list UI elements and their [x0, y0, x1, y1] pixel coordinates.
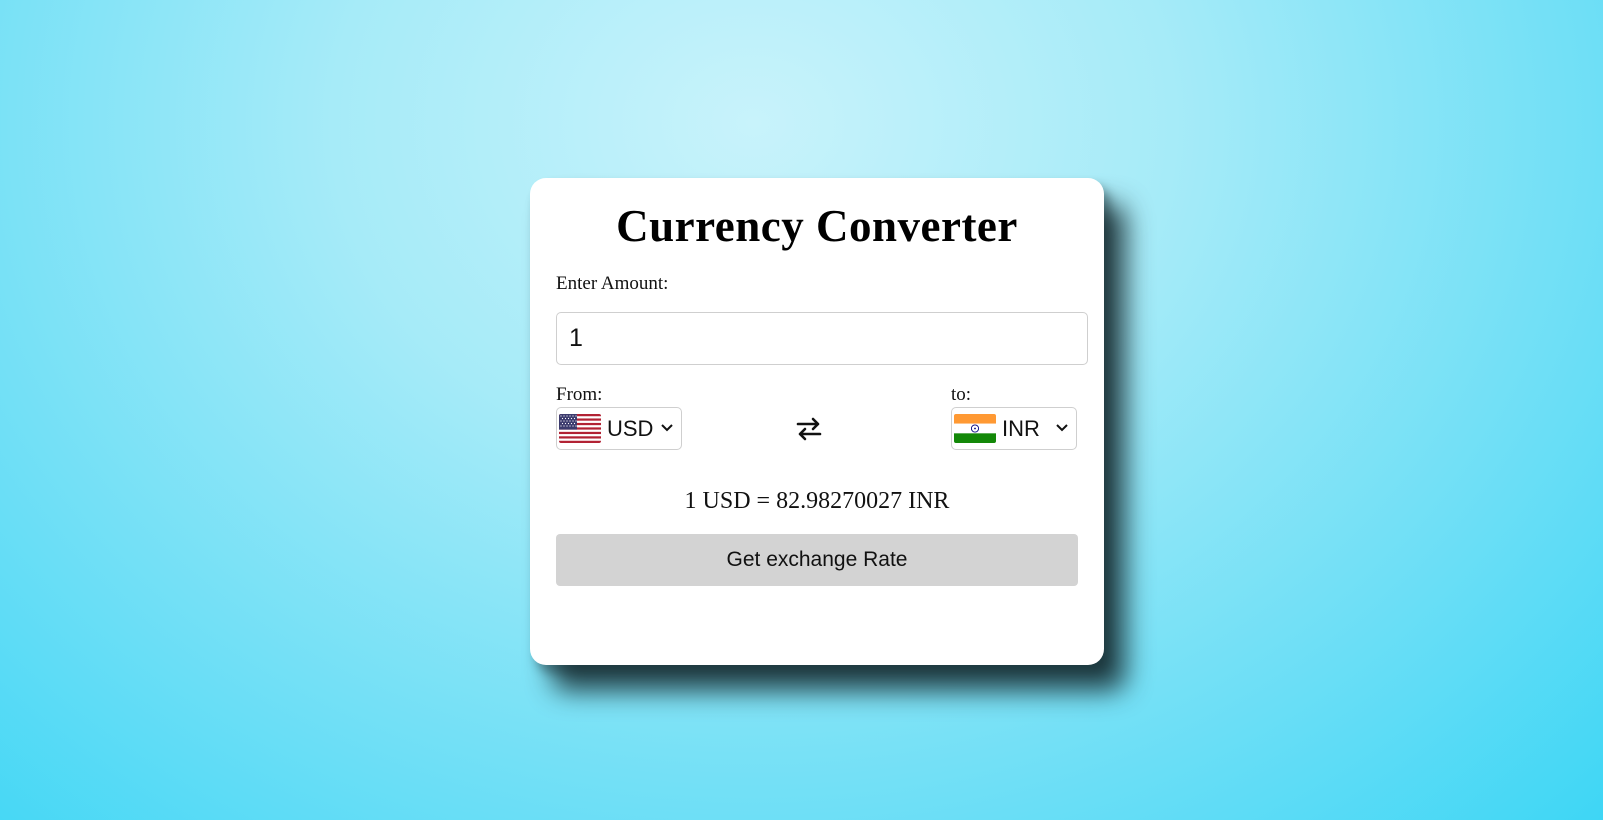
amount-label: Enter Amount: — [556, 273, 669, 294]
us-flag-icon — [559, 414, 601, 443]
exchange-rate-result: 1 USD = 82.98270027 INR — [684, 488, 950, 514]
swap-arrows-icon[interactable] — [794, 414, 824, 444]
to-currency-code: INR — [1002, 415, 1040, 441]
get-exchange-rate-button[interactable]: Get exchange Rate — [556, 534, 1078, 586]
from-label: From: — [556, 384, 603, 405]
from-currency-code: USD — [607, 415, 654, 441]
to-label: to: — [951, 384, 972, 405]
converter-card: Currency Converter Enter Amount: From: — [530, 178, 1104, 665]
to-currency-select[interactable]: INR — [951, 407, 1077, 450]
chevron-down-icon — [1056, 421, 1068, 436]
from-currency-select[interactable]: USD — [556, 407, 682, 450]
chevron-down-icon — [661, 421, 673, 436]
page-title: Currency Converter — [616, 201, 1018, 251]
amount-input[interactable] — [556, 312, 1088, 365]
india-flag-icon — [954, 414, 996, 443]
